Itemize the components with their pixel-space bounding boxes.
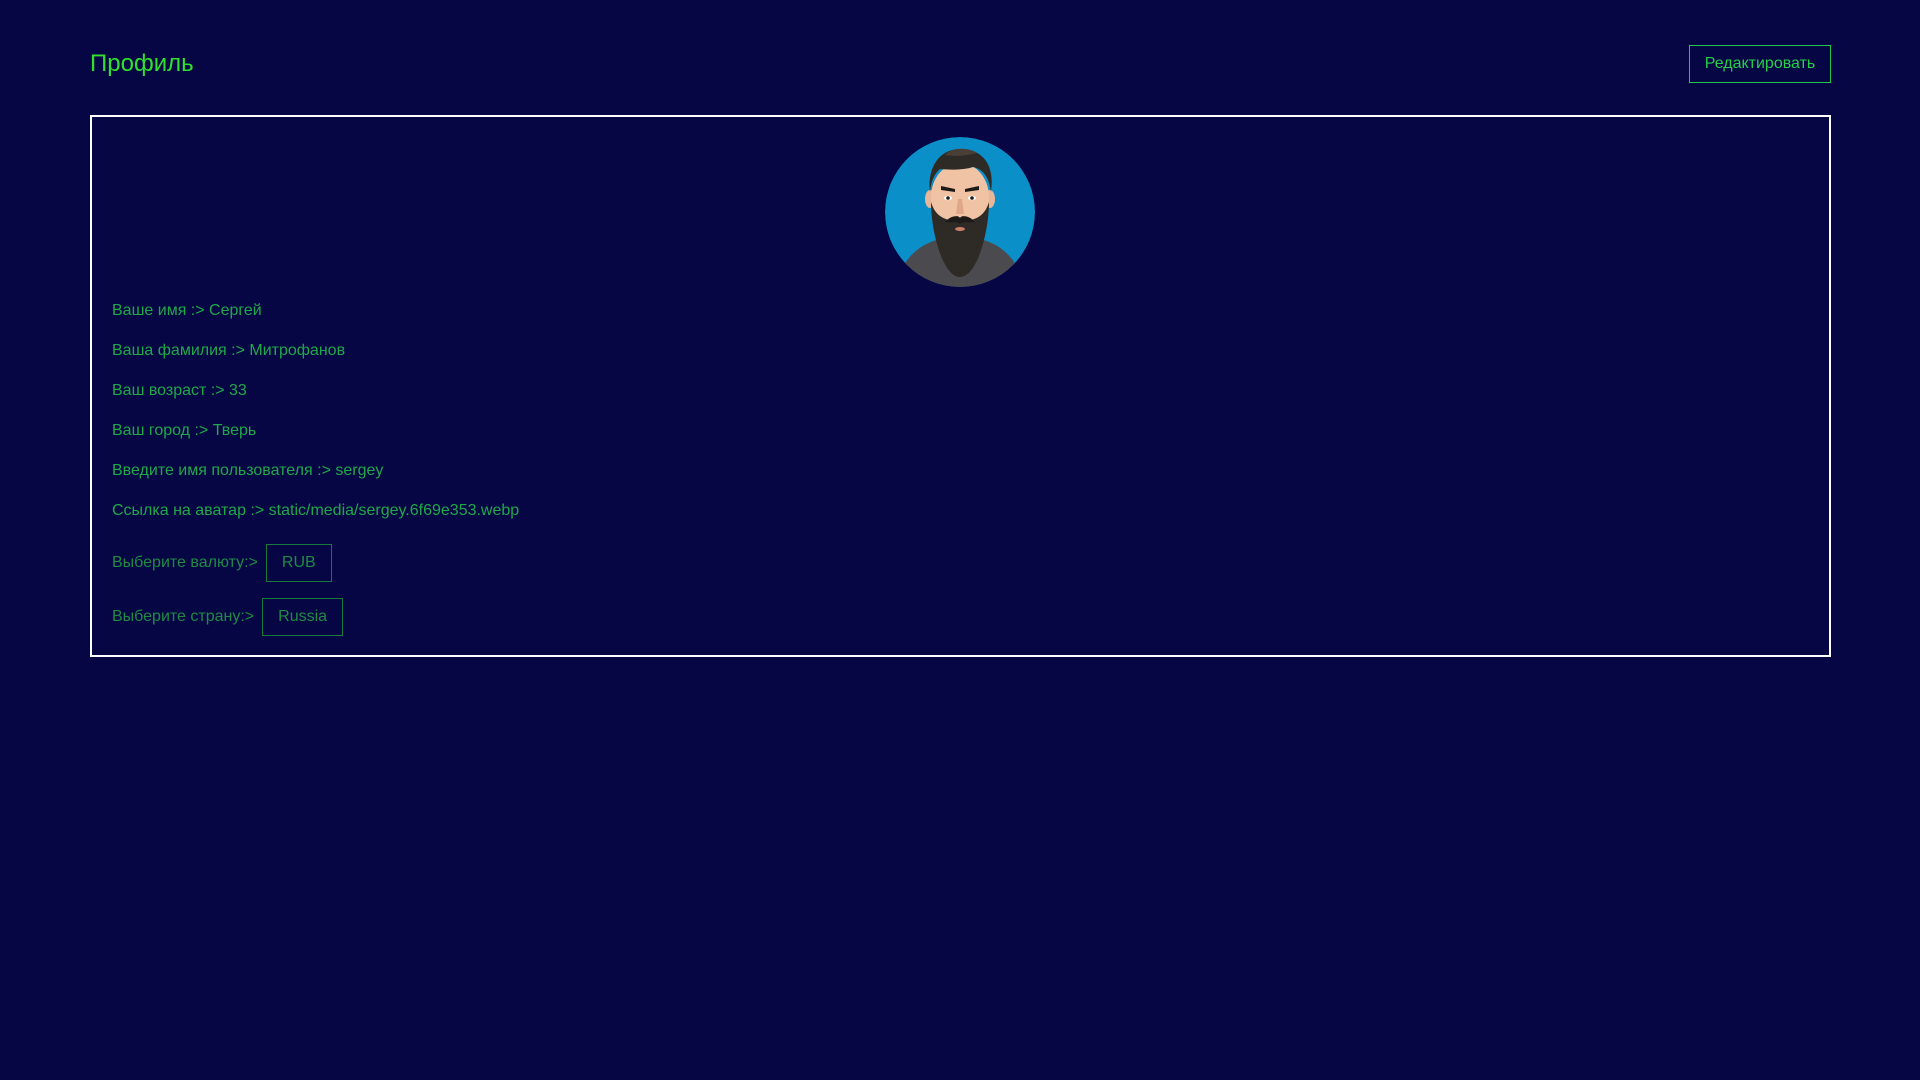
currency-row: Выберите валюту:> RUB (112, 544, 332, 582)
currency-label: Выберите валюту:> (112, 554, 258, 571)
surname-value: Митрофанов (249, 342, 346, 359)
username-label: Введите имя пользователя :> (112, 462, 336, 479)
username-row: Введите имя пользователя :> sergey (112, 461, 383, 481)
surname-label: Ваша фамилия :> (112, 342, 250, 359)
avatar-link-label: Ссылка на аватар :> (112, 502, 269, 519)
profile-page: Профиль Редактировать Ваше имя:> Сергей… (0, 0, 1920, 1080)
country-label: Выберите страну:> (112, 608, 255, 625)
city-label: Ваш город :> (112, 422, 213, 439)
country-row: Выберите страну:> Russia (112, 598, 344, 636)
country-select[interactable]: Russia (262, 598, 344, 636)
age-value: 33 (229, 382, 247, 399)
avatar-link-row: Ссылка на аватар :> static/media/sergey.… (112, 501, 519, 521)
age-label: Ваш возраст :> (112, 382, 230, 399)
edit-button[interactable]: Редактировать (1689, 45, 1831, 83)
surname-row: Ваша фамилия :> Митрофанов (112, 341, 345, 361)
page-title: Профиль (90, 50, 194, 77)
city-value: Тверь (212, 422, 257, 439)
page-header: Профиль Редактировать (90, 45, 1831, 83)
username-value: sergey (335, 462, 384, 479)
currency-select[interactable]: RUB (265, 544, 332, 582)
bearded-man-avatar-icon (885, 137, 1035, 287)
profile-card: Ваше имя :> Сергей Ваша фамилия :> Митро… (90, 115, 1831, 657)
avatar-link-value: static/media/sergey.6f69e353.webp (268, 502, 520, 519)
name-value: Сергей (209, 302, 262, 319)
name-row: Ваше имя :> Сергей (112, 301, 262, 321)
name-label: Ваше имя :> (112, 302, 210, 319)
age-row: Ваш возраст :> 33 (112, 381, 247, 401)
city-row: Ваш город :> Тверь (112, 421, 256, 441)
avatar (885, 137, 1035, 287)
